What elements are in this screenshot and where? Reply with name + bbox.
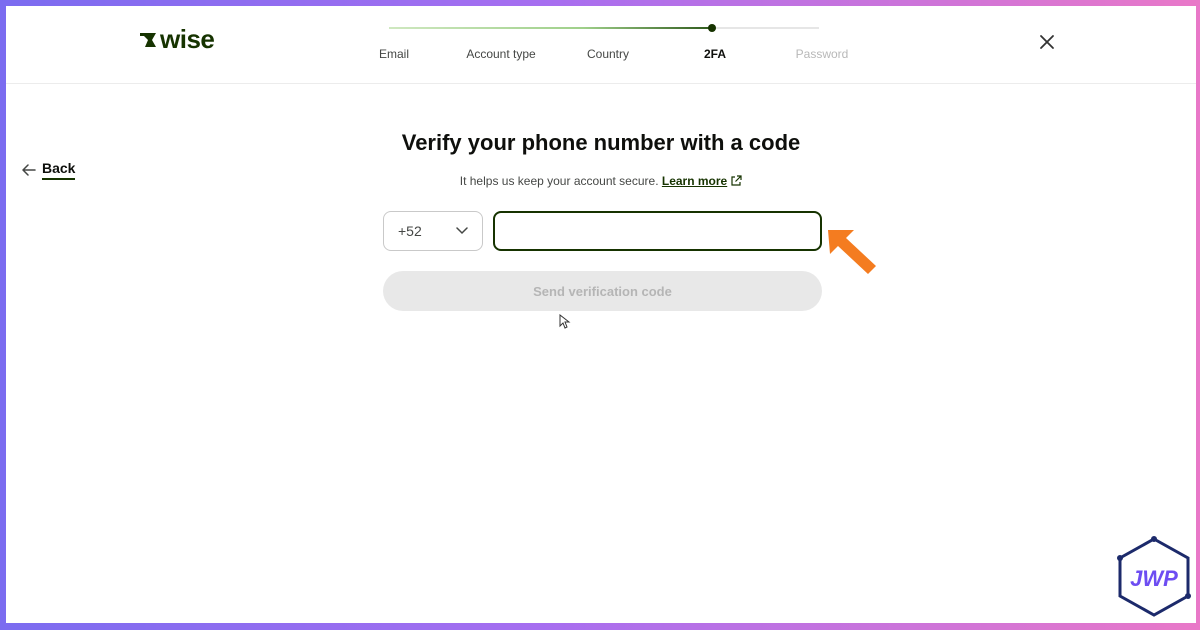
country-code-value: +52 xyxy=(398,223,422,239)
stepper-track xyxy=(389,27,819,29)
mouse-cursor-icon xyxy=(559,314,571,329)
external-link-icon xyxy=(731,175,742,186)
step-password: Password xyxy=(795,47,849,61)
wise-flag-icon xyxy=(140,32,156,47)
step-account-type: Account type xyxy=(466,47,536,61)
signup-stepper: Email Account type Country 2FA Password xyxy=(363,20,853,70)
pointer-arrow-icon xyxy=(828,230,876,274)
wise-logo[interactable]: WISE xyxy=(138,24,215,55)
country-code-select[interactable]: +52 xyxy=(383,211,483,251)
jwp-watermark-logo: JWP xyxy=(1117,536,1191,617)
top-bar: WISE Email Account type Country 2FA Pass… xyxy=(6,6,1196,84)
step-country: Country xyxy=(586,47,630,61)
app-window: WISE Email Account type Country 2FA Pass… xyxy=(6,6,1196,623)
close-button[interactable] xyxy=(1038,33,1056,51)
learn-more-link[interactable]: Learn more xyxy=(662,174,727,188)
current-step-dot xyxy=(707,24,716,32)
page-title: Verify your phone number with a code xyxy=(401,130,801,155)
subtitle-text: It helps us keep your account secure. xyxy=(459,174,659,188)
close-icon xyxy=(1040,35,1054,49)
svg-text:JWP: JWP xyxy=(1130,566,1178,591)
chevron-down-icon xyxy=(456,227,468,235)
page-subtitle: It helps us keep your account secure. Le… xyxy=(6,174,1196,188)
stepper-progress xyxy=(389,27,712,29)
step-email: Email xyxy=(378,47,410,61)
phone-number-input[interactable] xyxy=(493,211,822,251)
logo-text: WISE xyxy=(160,24,215,54)
step-2fa: 2FA xyxy=(703,47,727,61)
send-verification-code-button[interactable]: Send verification code xyxy=(383,271,822,311)
